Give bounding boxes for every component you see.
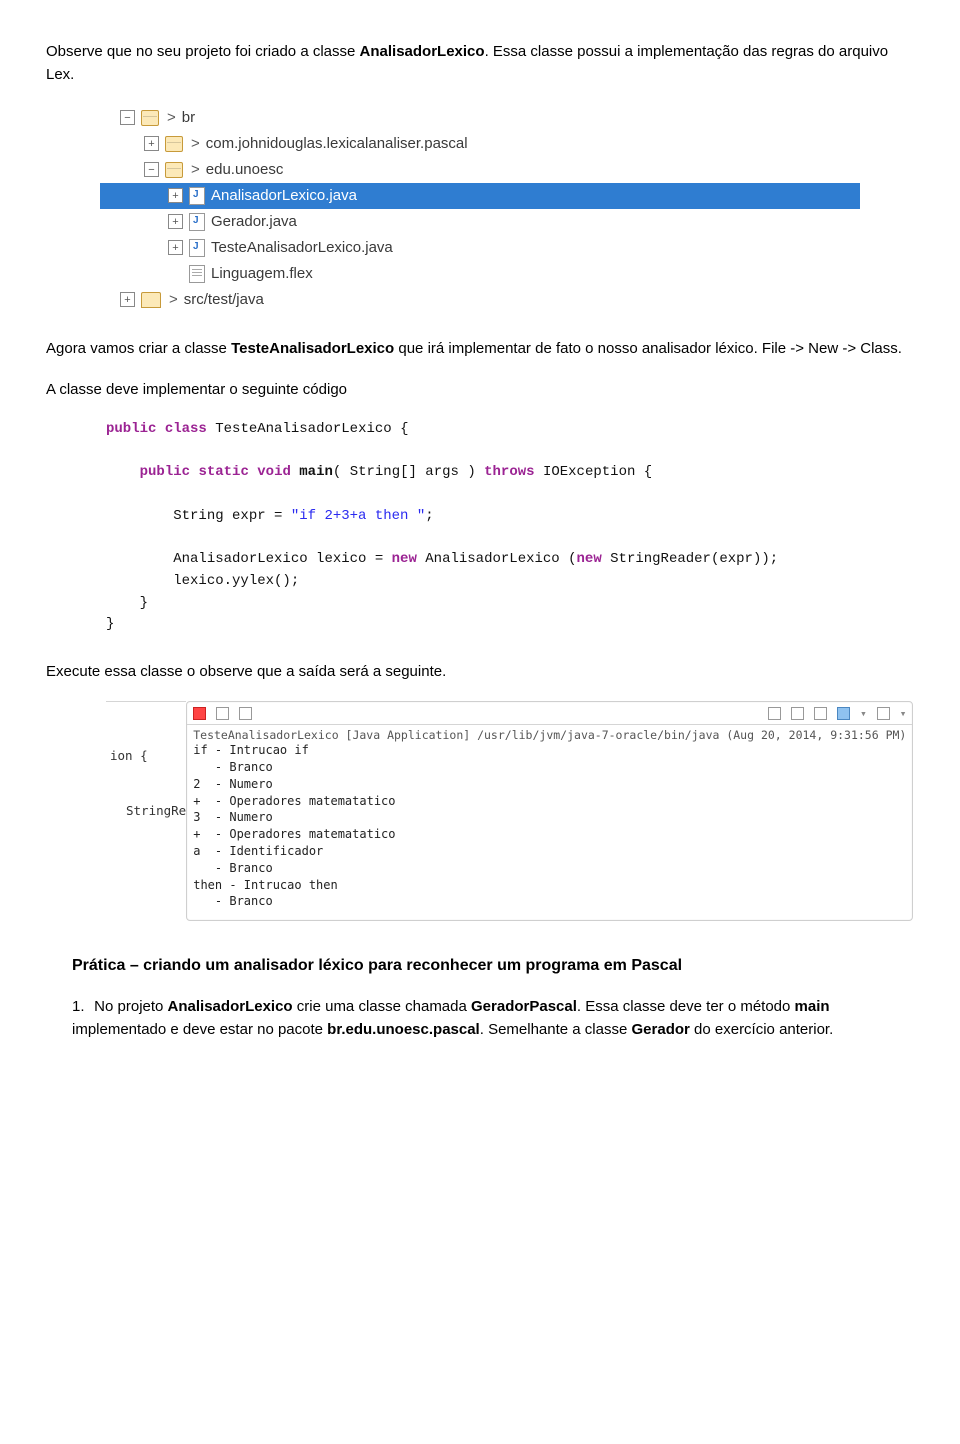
package-icon bbox=[165, 136, 183, 152]
project-tree: − > br + > com.johnidouglas.lexicalanali… bbox=[100, 105, 860, 313]
folder-icon bbox=[141, 292, 161, 308]
code-content: public class TesteAnalisadorLexico { pub… bbox=[106, 419, 914, 636]
expand-toggle-icon[interactable]: + bbox=[168, 214, 183, 229]
gt-icon: > bbox=[191, 135, 200, 152]
tree-row[interactable]: − > br bbox=[100, 105, 860, 131]
pin-icon[interactable] bbox=[814, 707, 827, 720]
tree-row[interactable]: + TesteAnalisadorLexico.java bbox=[100, 235, 860, 261]
mid-text: Agora vamos criar a classe bbox=[46, 340, 231, 357]
java-file-icon bbox=[189, 213, 205, 231]
tree-row[interactable]: + > com.johnidouglas.lexicalanaliser.pas… bbox=[100, 131, 860, 157]
tree-label: AnalisadorLexico.java bbox=[211, 187, 357, 204]
intro-text: Observe que no seu projeto foi criado a … bbox=[46, 43, 360, 60]
clear-icon[interactable] bbox=[791, 707, 804, 720]
remove-all-icon[interactable] bbox=[239, 707, 252, 720]
console-panel: ▾ ▾ TesteAnalisadorLexico [Java Applicat… bbox=[186, 701, 913, 921]
open-console-icon[interactable] bbox=[877, 707, 890, 720]
display-selected-icon[interactable] bbox=[837, 707, 850, 720]
expand-toggle-icon[interactable]: + bbox=[168, 240, 183, 255]
numbered-list: 1. No projeto AnalisadorLexico crie uma … bbox=[72, 995, 914, 1042]
section-heading: Prática – criando um analisador léxico p… bbox=[72, 957, 914, 975]
flex-file-icon bbox=[189, 265, 205, 283]
tree-label: edu.unoesc bbox=[206, 161, 284, 178]
gt-icon: > bbox=[169, 291, 178, 308]
tree-row[interactable]: + > src/test/java bbox=[100, 287, 860, 313]
tree-label: br bbox=[182, 109, 195, 126]
intro-class-name: AnalisadorLexico bbox=[360, 43, 485, 60]
remove-icon[interactable] bbox=[216, 707, 229, 720]
chevron-down-icon[interactable]: ▾ bbox=[860, 707, 867, 720]
tree-label: src/test/java bbox=[184, 291, 264, 308]
list-number: 1. bbox=[72, 995, 90, 1018]
tree-label: Gerador.java bbox=[211, 213, 297, 230]
expand-toggle-icon[interactable]: + bbox=[168, 188, 183, 203]
code-block: public class TesteAnalisadorLexico { pub… bbox=[106, 419, 914, 636]
tree-label: com.johnidouglas.lexicalanaliser.pascal bbox=[206, 135, 468, 152]
package-icon bbox=[165, 162, 183, 178]
editor-fragment-left: ion { StringRe bbox=[106, 701, 186, 921]
tree-row[interactable]: − > edu.unoesc bbox=[100, 157, 860, 183]
expand-toggle-icon[interactable]: − bbox=[144, 162, 159, 177]
intro-paragraph: Observe que no seu projeto foi criado a … bbox=[46, 40, 914, 87]
console-screenshot: ion { StringRe ▾ ▾ TesteAnalisadorLexico… bbox=[106, 701, 866, 921]
expand-toggle-icon[interactable]: + bbox=[120, 292, 135, 307]
document-page: Observe que no seu projeto foi criado a … bbox=[0, 0, 960, 1088]
chevron-down-icon[interactable]: ▾ bbox=[900, 707, 907, 720]
tree-row[interactable]: Linguagem.flex bbox=[100, 261, 860, 287]
console-header: TesteAnalisadorLexico [Java Application]… bbox=[187, 725, 912, 742]
editor-frag1: ion { bbox=[110, 748, 186, 763]
paragraph-impl-code: A classe deve implementar o seguinte cód… bbox=[46, 378, 914, 401]
expand-toggle-icon[interactable]: + bbox=[144, 136, 159, 151]
console-body: if - Intrucao if - Branco 2 - Numero + -… bbox=[187, 742, 912, 920]
paragraph-execute: Execute essa classe o observe que a saíd… bbox=[46, 660, 914, 683]
gt-icon: > bbox=[191, 161, 200, 178]
tree-label: Linguagem.flex bbox=[211, 265, 313, 282]
mid-text-end: que irá implementar de fato o nosso anal… bbox=[394, 340, 902, 357]
list-item: 1. No projeto AnalisadorLexico crie uma … bbox=[72, 995, 914, 1042]
editor-frag2: StringRe bbox=[126, 803, 186, 818]
console-toolbar: ▾ ▾ bbox=[187, 702, 912, 725]
expand-toggle-icon[interactable]: − bbox=[120, 110, 135, 125]
mid-class-name: TesteAnalisadorLexico bbox=[231, 340, 394, 357]
tree-row[interactable]: + Gerador.java bbox=[100, 209, 860, 235]
tree-label: TesteAnalisadorLexico.java bbox=[211, 239, 393, 256]
paragraph-create-class: Agora vamos criar a classe TesteAnalisad… bbox=[46, 337, 914, 360]
scroll-lock-icon[interactable] bbox=[768, 707, 781, 720]
package-icon bbox=[141, 110, 159, 126]
terminate-icon[interactable] bbox=[193, 707, 206, 720]
java-file-icon bbox=[189, 187, 205, 205]
java-file-icon bbox=[189, 239, 205, 257]
tree-row-selected[interactable]: + AnalisadorLexico.java bbox=[100, 183, 860, 209]
gt-icon: > bbox=[167, 109, 176, 126]
